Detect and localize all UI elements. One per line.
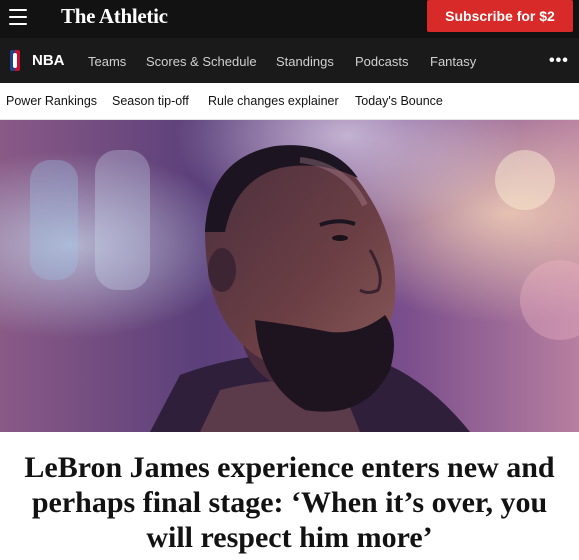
site-logo[interactable]: The Athletic [61, 4, 168, 29]
sub-nav: Power Rankings Season tip-off Rule chang… [0, 83, 579, 120]
hero-illustration [0, 120, 579, 432]
article-headline[interactable]: LeBron James experience enters new and p… [0, 450, 579, 555]
sub-nav-rule-changes[interactable]: Rule changes explainer [208, 94, 339, 108]
nav-item-teams[interactable]: Teams [88, 54, 126, 69]
league-title[interactable]: NBA [32, 52, 65, 69]
nav-item-scores-schedule[interactable]: Scores & Schedule [146, 54, 257, 69]
menu-icon[interactable] [9, 9, 27, 25]
hero-image[interactable] [0, 120, 579, 432]
more-icon[interactable]: ••• [549, 52, 569, 70]
sub-nav-power-rankings[interactable]: Power Rankings [6, 94, 97, 108]
league-nav: NBA Teams Scores & Schedule Standings Po… [0, 38, 579, 83]
top-bar: The Athletic Subscribe for $2 [0, 0, 579, 38]
subscribe-button[interactable]: Subscribe for $2 [427, 0, 573, 32]
sub-nav-season-tip-off[interactable]: Season tip-off [112, 94, 189, 108]
nav-item-podcasts[interactable]: Podcasts [355, 54, 408, 69]
sub-nav-todays-bounce[interactable]: Today's Bounce [355, 94, 443, 108]
nav-item-standings[interactable]: Standings [276, 54, 334, 69]
nba-logo-icon[interactable] [10, 50, 20, 71]
nav-item-fantasy[interactable]: Fantasy [430, 54, 476, 69]
